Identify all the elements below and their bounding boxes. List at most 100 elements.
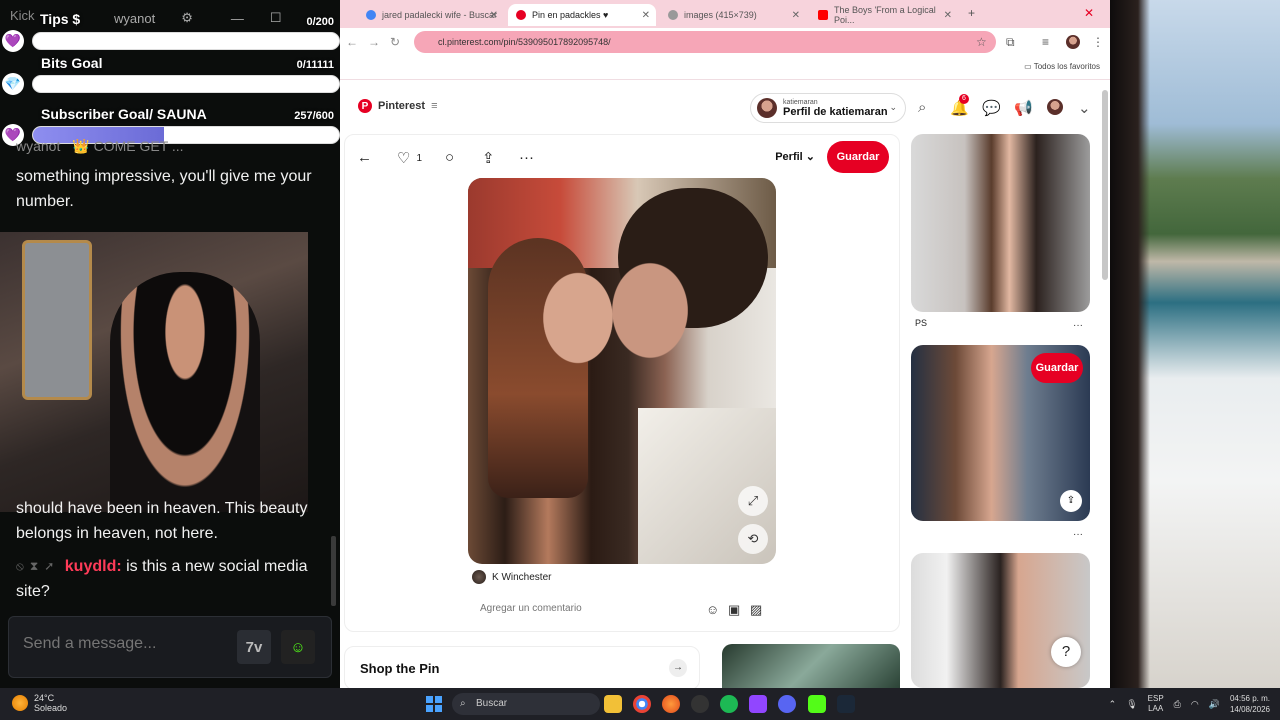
taskbar-search[interactable]: ⌕ Buscar bbox=[452, 693, 600, 715]
close-icon[interactable]: ✕ bbox=[490, 10, 498, 21]
close-icon[interactable]: ✕ bbox=[642, 10, 650, 21]
star-icon[interactable]: ☆ bbox=[976, 35, 987, 49]
pinterest-logo[interactable]: P Pinterest ≡ bbox=[358, 99, 438, 113]
help-button[interactable]: ? bbox=[1051, 637, 1081, 667]
sticker-icon[interactable]: ▣ bbox=[728, 602, 740, 618]
close-icon[interactable]: ✕ bbox=[792, 10, 800, 21]
photo-detail bbox=[524, 248, 614, 388]
more-options-icon[interactable]: ··· bbox=[1073, 320, 1083, 331]
save-button[interactable]: Guardar bbox=[827, 141, 889, 173]
tab-google-search[interactable]: jared padalecki wife - Buscar ✕ bbox=[358, 4, 504, 26]
comment-input[interactable] bbox=[480, 603, 680, 614]
discord-icon[interactable] bbox=[778, 695, 796, 713]
clock[interactable]: 04:56 p. m. 14/08/2026 bbox=[1230, 693, 1270, 715]
network-icon[interactable]: ⎙ bbox=[1174, 699, 1181, 710]
channel-name[interactable]: wyanot bbox=[114, 11, 155, 26]
menu-list-icon[interactable]: ≡ bbox=[1042, 35, 1049, 49]
wifi-icon[interactable]: ◠ bbox=[1191, 699, 1199, 710]
chat-scrollbar[interactable] bbox=[331, 536, 336, 606]
shop-the-pin[interactable]: Shop the Pin → bbox=[344, 646, 700, 688]
new-tab-icon[interactable]: + bbox=[968, 6, 975, 20]
kick-icon[interactable] bbox=[808, 695, 826, 713]
related-pin[interactable] bbox=[911, 134, 1090, 312]
pinned-user: wyanot bbox=[16, 138, 61, 154]
maximize-icon[interactable]: ☐ bbox=[270, 10, 282, 26]
chat-text: is this a new social media site? bbox=[16, 558, 308, 601]
profile-switcher[interactable]: katiemaran Perfil de katiemaran ⌄ bbox=[750, 93, 906, 123]
visual-search-icon[interactable]: ⟲ bbox=[738, 524, 768, 554]
browser-profile-avatar[interactable] bbox=[1066, 35, 1080, 49]
share-icon[interactable]: ⇪ bbox=[1060, 490, 1082, 512]
arrow-right-icon[interactable]: → bbox=[669, 659, 687, 677]
weather-widget[interactable]: 24°C Soleado bbox=[12, 693, 67, 713]
steam-icon[interactable] bbox=[837, 695, 855, 713]
menu-icon[interactable]: ≡ bbox=[431, 100, 437, 112]
emote-picker-icon[interactable]: ☺ bbox=[281, 630, 315, 664]
author-avatar bbox=[472, 570, 486, 584]
related-pin-thumbnail[interactable] bbox=[722, 644, 900, 688]
board-dropdown-label: Perfil bbox=[775, 151, 803, 163]
photo-detail bbox=[606, 228, 716, 378]
more-options-icon[interactable]: ··· bbox=[519, 149, 534, 166]
image-icon bbox=[668, 10, 678, 20]
close-window-icon[interactable]: ✕ bbox=[1084, 6, 1094, 20]
webcam-feed bbox=[0, 232, 308, 512]
notification-badge: 6 bbox=[959, 94, 969, 104]
pinterest-header: P Pinterest ≡ katiemaran Perfil de katie… bbox=[340, 80, 1110, 134]
chevron-up-icon[interactable]: ⌃ bbox=[1109, 699, 1117, 710]
diamond-icon: 💎 bbox=[2, 73, 24, 95]
updates-icon[interactable]: 📢 bbox=[1014, 99, 1033, 117]
expand-icon[interactable]: ⤢ bbox=[738, 486, 768, 516]
gear-icon[interactable]: ⚙ bbox=[181, 10, 193, 26]
all-bookmarks[interactable]: ▭ Todos los favoritos bbox=[1024, 62, 1100, 71]
chat-username[interactable]: kuydld: bbox=[65, 558, 122, 575]
pin-image[interactable]: ⤢ ⟲ bbox=[468, 178, 776, 564]
page-scrollbar[interactable] bbox=[1102, 90, 1108, 280]
board-dropdown[interactable]: Perfil ⌄ bbox=[775, 150, 815, 163]
related-pin-caption: PS bbox=[915, 318, 928, 328]
back-arrow-icon[interactable]: ← bbox=[357, 149, 372, 166]
related-pin[interactable] bbox=[911, 553, 1090, 688]
kebab-menu-icon[interactable]: ⋮ bbox=[1092, 35, 1104, 49]
file-explorer-icon[interactable] bbox=[604, 695, 622, 713]
reload-icon[interactable]: ↻ bbox=[390, 35, 400, 49]
pin-author[interactable]: K Winchester bbox=[472, 570, 551, 584]
messages-icon[interactable]: 💬 bbox=[982, 99, 1001, 117]
browser-window: jared padalecki wife - Buscar ✕ Pin en p… bbox=[340, 0, 1110, 688]
tab-image[interactable]: images (415×739) ✕ bbox=[660, 4, 806, 26]
spotify-icon[interactable] bbox=[720, 695, 738, 713]
share-icon[interactable]: ⇪ bbox=[482, 149, 495, 167]
tips-goal-bar bbox=[32, 32, 340, 50]
obs-icon[interactable] bbox=[691, 695, 709, 713]
pinned-text: 👑 COME GET ... bbox=[72, 138, 184, 154]
windows-start-icon[interactable] bbox=[426, 696, 442, 712]
back-icon[interactable]: ← bbox=[346, 35, 358, 49]
user-avatar[interactable] bbox=[1047, 99, 1063, 115]
chat-message-input[interactable] bbox=[23, 635, 213, 653]
more-options-icon[interactable]: ··· bbox=[1073, 529, 1083, 540]
image-upload-icon[interactable]: ▨ bbox=[750, 602, 762, 618]
comment-icon[interactable]: ○ bbox=[445, 149, 454, 166]
minimize-icon[interactable]: — bbox=[231, 11, 244, 26]
all-bookmarks-label: Todos los favoritos bbox=[1033, 62, 1100, 71]
forward-icon[interactable]: → bbox=[368, 35, 380, 49]
7tv-emote-button[interactable]: 7v bbox=[237, 630, 271, 664]
chevron-down-icon[interactable]: ⌄ bbox=[1078, 99, 1091, 117]
firefox-icon[interactable] bbox=[662, 695, 680, 713]
url-field[interactable]: cl.pinterest.com/pin/539095017892095748/ bbox=[414, 31, 996, 53]
emoji-icon[interactable]: ☺ bbox=[706, 602, 719, 617]
chrome-icon[interactable] bbox=[633, 695, 651, 713]
search-icon[interactable]: ⌕ bbox=[918, 99, 926, 116]
url-text: cl.pinterest.com/pin/539095017892095748/ bbox=[438, 37, 611, 47]
microphone-icon[interactable]: 🎙 bbox=[1126, 699, 1137, 710]
tab-youtube[interactable]: The Boys 'From a Logical Poi... ✕ bbox=[810, 4, 958, 26]
related-save-button[interactable]: Guardar bbox=[1031, 353, 1083, 383]
tab-pinterest[interactable]: Pin en padackles ♥ ✕ bbox=[508, 4, 656, 26]
pinned-message: wyanot 👑 COME GET ... bbox=[16, 138, 184, 155]
twitch-icon[interactable] bbox=[749, 695, 767, 713]
volume-icon[interactable]: 🔊 bbox=[1209, 699, 1220, 710]
extensions-icon[interactable]: ⧉ bbox=[1006, 35, 1015, 50]
like-button[interactable]: ♡ 1 bbox=[397, 149, 422, 167]
close-icon[interactable]: ✕ bbox=[944, 10, 952, 21]
language-indicator[interactable]: ESP LAA bbox=[1148, 694, 1164, 714]
